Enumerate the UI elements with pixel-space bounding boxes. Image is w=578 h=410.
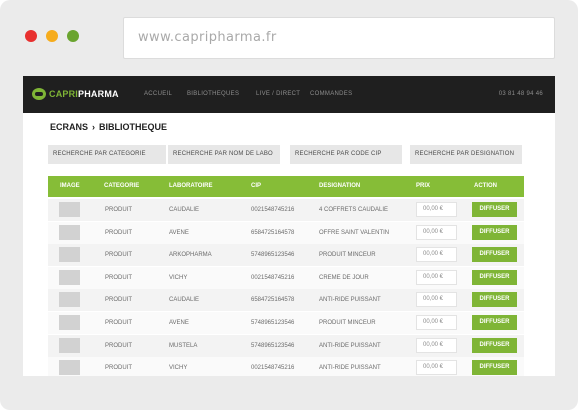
product-thumbnail[interactable]: [59, 202, 80, 217]
product-thumbnail[interactable]: [59, 360, 80, 376]
cell-designation: CREME DE JOUR: [319, 274, 369, 281]
table-row: PRODUIT MUSTELA 5748965123546 ANTI-RIDE PUI…: [48, 334, 524, 357]
cell-designation: PRODUIT MINCEUR: [319, 252, 376, 259]
cell-laboratoire: CAUDALIE: [169, 297, 200, 304]
breadcrumb: ECRANS › BIBLIOTHEQUE: [50, 122, 167, 132]
table-row: PRODUIT AVENE 6584725164578 OFFRE SAINT VAL…: [48, 221, 524, 244]
cell-designation: ANTI-RIDE PUISSANT: [319, 297, 381, 304]
header-designation: DESIGNATION: [319, 183, 361, 189]
price-input[interactable]: 00,00 €: [416, 337, 457, 353]
cell-designation: OFFRE SAINT VALENTIN: [319, 229, 390, 236]
table-row: PRODUIT AVENE 5748965123546 PRODUIT MINCEUR…: [48, 312, 524, 334]
price-input[interactable]: 00,00 €: [416, 360, 457, 376]
price-input[interactable]: 00,00 €: [416, 292, 457, 308]
cell-cip: 0021548745216: [251, 365, 295, 372]
web-page: CAPRIPHARMA ACCUEIL BIBLIOTHEQUES LIVE /…: [23, 76, 555, 376]
cell-categorie: PRODUIT: [105, 320, 132, 326]
diffuser-button[interactable]: DIFFUSER: [472, 202, 517, 217]
cell-cip: 6584725164578: [251, 297, 295, 304]
header-laboratoire: LABORATOIRE: [169, 183, 213, 189]
cell-laboratoire: AVENE: [169, 229, 189, 236]
table-row: PRODUIT VICHY 0021548745216 ANTI-RIDE PUISS…: [48, 357, 524, 376]
cell-laboratoire: VICHY: [169, 274, 188, 281]
cell-cip: 5748965123546: [251, 320, 295, 326]
cell-categorie: PRODUIT: [105, 297, 132, 304]
cell-categorie: PRODUIT: [105, 252, 132, 259]
diffuser-button[interactable]: DIFFUSER: [472, 292, 517, 308]
cell-laboratoire: MUSTELA: [169, 342, 198, 349]
product-thumbnail[interactable]: [59, 315, 80, 330]
logo-part1: CAPRI: [49, 89, 79, 99]
cell-categorie: PRODUIT: [105, 229, 132, 236]
diffuser-button[interactable]: DIFFUSER: [472, 337, 517, 353]
breadcrumb-current: BIBLIOTHEQUE: [99, 122, 168, 132]
filter-categorie[interactable]: RECHERCHE PAR CATEGORIE: [48, 145, 166, 164]
filter-designation[interactable]: RECHERCHE PAR DESIGNATION: [410, 145, 522, 164]
address-bar[interactable]: www.capripharma.fr: [123, 17, 555, 59]
diffuser-button[interactable]: DIFFUSER: [472, 224, 517, 240]
nav-item-bibliotheques[interactable]: BIBLIOTHEQUES: [187, 91, 239, 97]
cell-categorie: PRODUIT: [105, 274, 132, 281]
cell-designation: ANTI-RIDE PUISSANT: [319, 365, 381, 372]
logo-icon: [32, 88, 46, 100]
price-input[interactable]: 00,00 €: [416, 202, 457, 217]
cell-cip: 0021548745216: [251, 274, 295, 281]
cell-laboratoire: AVENE: [169, 320, 189, 326]
window-controls: [25, 30, 79, 42]
top-navbar: CAPRIPHARMA ACCUEIL BIBLIOTHEQUES LIVE /…: [23, 76, 555, 113]
cell-laboratoire: ARKOPHARMA: [169, 252, 212, 259]
diffuser-button[interactable]: DIFFUSER: [472, 315, 517, 330]
price-input[interactable]: 00,00 €: [416, 269, 457, 285]
nav-item-commandes[interactable]: COMMANDES: [310, 91, 352, 97]
cell-categorie: PRODUIT: [105, 342, 132, 349]
table-row: PRODUIT CAUDALIE 0021548745216 4 COFFRETS C…: [48, 199, 524, 221]
cell-categorie: PRODUIT: [105, 365, 132, 372]
cell-designation: PRODUIT MINCEUR: [319, 320, 376, 326]
nav-item-accueil[interactable]: ACCUEIL: [144, 91, 172, 97]
header-action: ACTION: [474, 183, 497, 189]
cell-cip: 5748965123546: [251, 252, 295, 259]
product-thumbnail[interactable]: [59, 247, 80, 263]
cell-laboratoire: CAUDALIE: [169, 207, 200, 213]
diffuser-button[interactable]: DIFFUSER: [472, 247, 517, 263]
logo[interactable]: CAPRIPHARMA: [49, 89, 119, 99]
minimize-dot[interactable]: [46, 30, 58, 42]
cell-designation: ANTI-RIDE PUISSANT: [319, 342, 381, 349]
cell-cip: 6584725164578: [251, 229, 295, 236]
maximize-dot[interactable]: [67, 30, 79, 42]
header-categorie: CATEGORIE: [104, 183, 140, 189]
cell-cip: 0021548745216: [251, 207, 295, 213]
diffuser-button[interactable]: DIFFUSER: [472, 269, 517, 285]
table-header: IMAGE CATEGORIE LABORATOIRE CIP DESIGNAT…: [48, 176, 524, 197]
product-thumbnail[interactable]: [59, 292, 80, 308]
price-input[interactable]: 00,00 €: [416, 315, 457, 330]
close-dot[interactable]: [25, 30, 37, 42]
filter-labo[interactable]: RECHERCHE PAR NOM DE LABO: [168, 145, 280, 164]
breadcrumb-separator: ›: [92, 122, 96, 132]
header-cip: CIP: [251, 183, 262, 189]
price-input[interactable]: 00,00 €: [416, 224, 457, 240]
product-thumbnail[interactable]: [59, 337, 80, 353]
cell-designation: 4 COFFRETS CAUDALIE: [319, 207, 389, 213]
cell-categorie: PRODUIT: [105, 207, 132, 213]
breadcrumb-ecrans[interactable]: ECRANS: [50, 122, 88, 132]
diffuser-button[interactable]: DIFFUSER: [472, 360, 517, 376]
filter-cip[interactable]: RECHERCHE PAR CODE CIP: [290, 145, 402, 164]
product-thumbnail[interactable]: [59, 224, 80, 240]
cell-cip: 5748965123546: [251, 342, 295, 349]
phone-number: 03 81 48 94 46: [498, 91, 543, 97]
table-row: PRODUIT CAUDALIE 6584725164578 ANTI-RIDE PU…: [48, 289, 524, 312]
header-image: IMAGE: [60, 183, 80, 189]
header-prix: PRIX: [416, 183, 431, 189]
table-row: PRODUIT VICHY 0021548745216 CREME DE JOUR 00…: [48, 266, 524, 289]
product-thumbnail[interactable]: [59, 269, 80, 285]
cell-laboratoire: VICHY: [169, 365, 188, 372]
browser-window: www.capripharma.fr CAPRIPHARMA ACCUEIL B…: [0, 0, 578, 410]
price-input[interactable]: 00,00 €: [416, 247, 457, 263]
nav-item-live[interactable]: LIVE / DIRECT: [256, 91, 300, 97]
table-row: PRODUIT ARKOPHARMA 5748965123546 PRODUIT MI…: [48, 244, 524, 267]
logo-part2: PHARMA: [78, 89, 119, 99]
